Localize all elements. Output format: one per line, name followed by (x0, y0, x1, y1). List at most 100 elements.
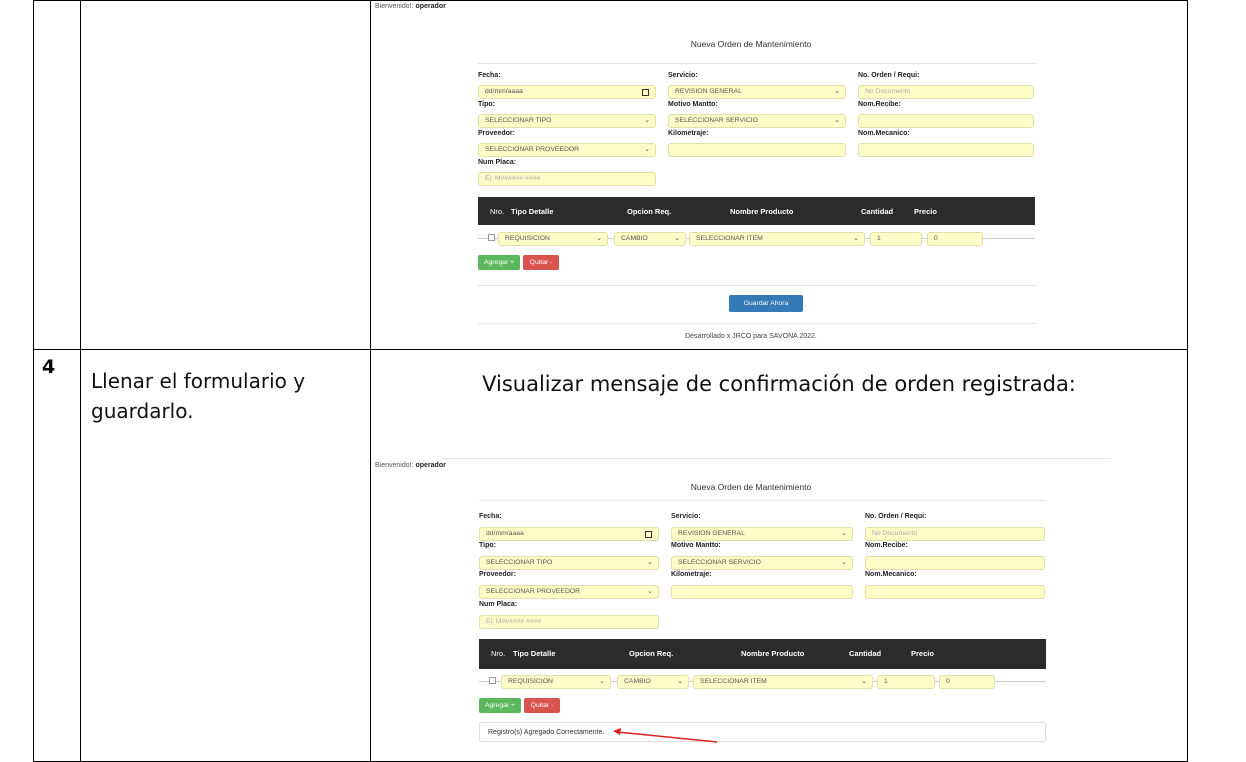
motivo-label: Motivo Mantto: (668, 101, 718, 108)
mecanico-label: Nom.Mecanico: (858, 130, 910, 137)
tipo-select[interactable]: SELECCIONAR TIPO ⌄ (479, 556, 659, 570)
row-checkbox[interactable] (489, 677, 496, 684)
row-checkbox[interactable] (488, 234, 495, 241)
col-tipo-detalle: Tipo Detalle (513, 649, 556, 658)
mecanico-input[interactable] (865, 585, 1045, 599)
recibe-input[interactable] (858, 114, 1034, 128)
chevron-down-icon: ⌄ (644, 146, 650, 153)
producto-select[interactable]: SELECCIONAR ITEM ⌄ (689, 232, 865, 246)
col-precio: Precio (911, 649, 934, 658)
orden-input[interactable]: No Documento (858, 85, 1034, 99)
orden-input[interactable]: No Documento (865, 527, 1045, 541)
fecha-label: Fecha: (479, 513, 502, 520)
servicio-label: Servicio: (668, 72, 698, 79)
app-screenshot-form: Bienvenido!: operador Nueva Orden de Man… (371, 1, 1131, 350)
cantidad-input[interactable]: 1 (877, 675, 935, 689)
opcion-select[interactable]: CAMBIO ⌄ (617, 675, 689, 689)
fecha-label: Fecha: (478, 72, 501, 79)
kilometraje-input[interactable] (671, 585, 853, 599)
step-heading: Visualizar mensaje de confirmación de or… (482, 372, 1076, 396)
proveedor-select[interactable]: SELECCIONAR PROVEEDOR ⌄ (478, 143, 656, 157)
recibe-label: Nom.Recibe: (858, 101, 901, 108)
col-opcion-req: Opcion Req. (629, 649, 674, 658)
motivo-select[interactable]: SELECCIONAR SERVICIO ⌄ (671, 556, 853, 570)
fecha-input[interactable]: dd/mm/aaaa (479, 527, 659, 541)
annotation-arrow-icon (613, 728, 718, 743)
opcion-select[interactable]: CAMBIO ⌄ (614, 232, 686, 246)
producto-select[interactable]: SELECCIONAR ITEM ⌄ (693, 675, 873, 689)
mecanico-label: Nom.Mecanico: (865, 571, 917, 578)
tipo-detalle-select[interactable]: REQUISICION ⌄ (498, 232, 608, 246)
screenshot-cell-1: Bienvenido!: operador Nueva Orden de Man… (370, 0, 1188, 350)
success-message: Registro(s) Agregado Correctamente. (488, 729, 605, 736)
tipo-label: Tipo: (478, 101, 495, 108)
chevron-down-icon: ⌄ (841, 559, 847, 566)
chevron-down-icon: ⌄ (834, 88, 840, 95)
orden-label: No. Orden / Requi: (858, 72, 920, 79)
remove-row-button[interactable]: Quitar - (524, 698, 560, 713)
welcome-text: Bienvenido!: operador (375, 3, 446, 10)
cantidad-input[interactable]: 1 (870, 232, 922, 246)
divider (479, 500, 1046, 501)
tipo-select[interactable]: SELECCIONAR TIPO ⌄ (478, 114, 656, 128)
motivo-select[interactable]: SELECCIONAR SERVICIO ⌄ (668, 114, 846, 128)
col-tipo-detalle: Tipo Detalle (511, 207, 554, 216)
save-now-button[interactable]: Guardar Ahora (729, 295, 803, 312)
remove-row-button[interactable]: Quitar - (523, 255, 559, 270)
col-precio: Precio (914, 207, 937, 216)
divider (441, 458, 1111, 459)
recibe-label: Nom.Recibe: (865, 542, 908, 549)
col-nro: Nro. (491, 649, 506, 658)
col-nombre-producto: Nombre Producto (741, 649, 805, 658)
screenshot-cell-2: Visualizar mensaje de confirmación de or… (370, 349, 1188, 762)
add-row-button[interactable]: Agregar + (478, 255, 520, 270)
chevron-down-icon: ⌄ (674, 235, 680, 242)
servicio-select[interactable]: REVISION GENERAL ⌄ (671, 527, 853, 541)
proveedor-label: Proveedor: (478, 130, 515, 137)
chevron-down-icon: ⌄ (861, 678, 867, 685)
footer-text: Desarrollado x JRCO para SAVONA 2022. (685, 333, 817, 340)
mecanico-input[interactable] (858, 143, 1034, 157)
success-alert: Registro(s) Agregado Correctamente. (479, 722, 1046, 742)
detail-table-header: Nro. Tipo Detalle Opcion Req. Nombre Pro… (479, 639, 1046, 669)
welcome-text: Bienvenido!: operador (375, 462, 446, 469)
chevron-down-icon: ⌄ (644, 117, 650, 124)
chevron-down-icon: ⌄ (596, 235, 602, 242)
placa-label: Num Placa: (479, 601, 518, 608)
placa-label: Num Placa: (478, 159, 517, 166)
form-title: Nueva Orden de Mantenimiento (690, 482, 812, 492)
divider (478, 323, 1036, 324)
recibe-input[interactable] (865, 556, 1045, 570)
servicio-select[interactable]: REVISION GENERAL ⌄ (668, 85, 846, 99)
precio-input[interactable]: 0 (927, 232, 983, 246)
tipo-label: Tipo: (479, 542, 496, 549)
kilometraje-label: Kilometraje: (668, 130, 709, 137)
calendar-icon[interactable] (642, 89, 649, 96)
placa-input[interactable]: Ej: M###### #### (479, 615, 659, 629)
divider (478, 63, 1036, 64)
form-title: Nueva Orden de Mantenimiento (690, 39, 812, 49)
chevron-down-icon: ⌄ (834, 117, 840, 124)
document-table: Bienvenido!: operador Nueva Orden de Man… (33, 0, 1188, 762)
motivo-label: Motivo Mantto: (671, 542, 721, 549)
col-opcion-req: Opcion Req. (627, 207, 672, 216)
detail-table-header: Nro. Tipo Detalle Opcion Req. Nombre Pro… (478, 197, 1035, 225)
precio-input[interactable]: 0 (939, 675, 995, 689)
servicio-label: Servicio: (671, 513, 701, 520)
placa-input[interactable]: Ej: M###### #### (478, 172, 656, 186)
app-screenshot-confirmation: Bienvenido!: operador Nueva Orden de Man… (371, 458, 1131, 762)
row-description-cell (80, 0, 371, 350)
col-nombre-producto: Nombre Producto (730, 207, 794, 216)
proveedor-select[interactable]: SELECCIONAR PROVEEDOR ⌄ (479, 585, 659, 599)
chevron-down-icon: ⌄ (647, 559, 653, 566)
step-description: Llenar el formulario y guardarlo. (80, 349, 371, 762)
fecha-input[interactable]: dd/mm/aaaa (478, 85, 656, 99)
calendar-icon[interactable] (645, 531, 652, 538)
add-row-button[interactable]: Agregar + (479, 698, 521, 713)
chevron-down-icon: ⌄ (853, 235, 859, 242)
chevron-down-icon: ⌄ (677, 678, 683, 685)
divider (478, 285, 1036, 286)
proveedor-label: Proveedor: (479, 571, 516, 578)
tipo-detalle-select[interactable]: REQUISICION ⌄ (501, 675, 611, 689)
kilometraje-input[interactable] (668, 143, 846, 157)
